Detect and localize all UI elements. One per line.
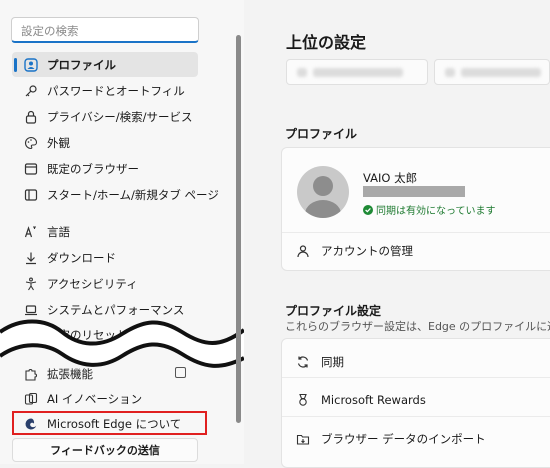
accessibility-icon (24, 277, 38, 291)
extension-icon (24, 367, 38, 381)
sidebar-item-languages[interactable]: 言語 (12, 219, 198, 244)
profile-settings-card: 同期 Microsoft Rewards ブラウザー データのインポート (281, 338, 550, 468)
top-setting-chip[interactable] (286, 59, 428, 85)
home-icon (24, 188, 38, 202)
sidebar-item-label: スタート/ホーム/新規タブ ページ (47, 187, 219, 202)
profile-settings-title: プロファイル設定 (285, 304, 382, 318)
sidebar-item-label: アクセシビリティ (47, 276, 138, 291)
sidebar-item-label: 拡張機能 (47, 366, 93, 381)
external-box-icon (175, 367, 186, 378)
rewards-row[interactable]: Microsoft Rewards (296, 393, 426, 407)
key-icon (24, 84, 38, 98)
person-icon (296, 244, 310, 258)
language-icon (24, 225, 38, 239)
sidebar-scrollbar[interactable] (236, 35, 241, 423)
profile-icon (24, 57, 38, 72)
top-setting-chip[interactable] (434, 59, 550, 85)
sidebar-item-label: 言語 (47, 224, 70, 239)
red-highlight-box (12, 411, 207, 435)
browser-icon (24, 162, 38, 176)
sidebar-item-ai-innovation[interactable]: AI イノベーション (12, 386, 198, 411)
settings-main: 上位の設定 プロファイル VAIO 太郎 同期は有効になっています アカウントの… (244, 0, 550, 468)
rewards-icon (296, 393, 310, 407)
import-data-row[interactable]: ブラウザー データのインポート (296, 431, 486, 447)
sidebar-item-downloads[interactable]: ダウンロード (12, 245, 198, 270)
download-icon (24, 251, 38, 265)
sidebar-item-label: パスワードとオートフィル (47, 83, 185, 98)
ai-icon (24, 392, 38, 406)
sidebar-item-label: 既定のブラウザー (47, 161, 139, 176)
laptop-icon (24, 303, 38, 317)
profile-section-title: プロファイル (285, 127, 358, 141)
sidebar-item-label: AI イノベーション (47, 391, 143, 406)
sync-status: 同期は有効になっています (363, 202, 496, 217)
redacted-email (363, 186, 465, 197)
sidebar-item-start-home[interactable]: スタート/ホーム/新規タブ ページ (12, 182, 219, 207)
divider (282, 416, 550, 417)
sidebar-item-accessibility[interactable]: アクセシビリティ (12, 271, 198, 296)
sidebar-item-label: ダウンロード (47, 250, 116, 265)
sidebar-item-label: システムとパフォーマンス (47, 302, 185, 317)
sync-icon (296, 355, 310, 369)
manage-account-link[interactable]: アカウントの管理 (296, 243, 413, 259)
profile-settings-subtitle: これらのブラウザー設定は、Edge のプロファイルに適 (285, 320, 550, 333)
sidebar-item-label: 外観 (47, 135, 70, 150)
check-icon (363, 204, 373, 215)
sidebar-item-appearance[interactable]: 外観 (12, 130, 198, 155)
sidebar-item-label: プロファイル (47, 57, 116, 72)
import-icon (296, 432, 310, 446)
avatar[interactable] (297, 166, 349, 218)
page-title: 上位の設定 (286, 33, 367, 52)
sidebar-item-label: プライバシー/検索/サービス (47, 109, 193, 124)
send-feedback-button[interactable]: フィードバックの送信 (12, 438, 198, 462)
settings-sidebar: 設定の検索 プロファイル パスワードとオートフィル プライバシー/検索/サービス… (0, 0, 244, 464)
sidebar-item-passwords[interactable]: パスワードとオートフィル (12, 78, 198, 103)
lock-icon (24, 110, 38, 124)
sync-row[interactable]: 同期 (296, 354, 344, 370)
sidebar-item-default-browser[interactable]: 既定のブラウザー (12, 156, 198, 181)
divider (282, 232, 550, 233)
divider (282, 377, 550, 378)
settings-search-input[interactable]: 設定の検索 (11, 17, 199, 43)
palette-icon (24, 136, 38, 150)
profile-card: VAIO 太郎 同期は有効になっています アカウントの管理 (281, 147, 550, 271)
sidebar-item-extensions[interactable]: 拡張機能 (12, 361, 198, 386)
sidebar-item-profile[interactable]: プロファイル (12, 52, 198, 77)
sidebar-item-privacy[interactable]: プライバシー/検索/サービス (12, 104, 198, 129)
profile-name: VAIO 太郎 (363, 171, 418, 185)
